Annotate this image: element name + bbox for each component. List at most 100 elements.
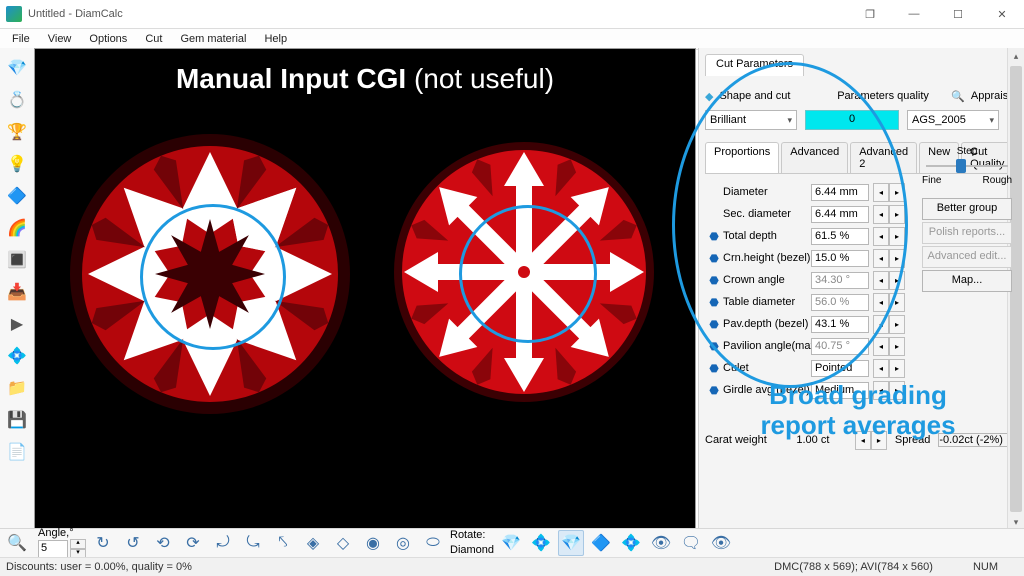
fix-lock-icon[interactable]: ⬣ xyxy=(705,318,723,331)
subtab-proportions[interactable]: Proportions xyxy=(705,142,779,173)
prop-inc-button[interactable]: ▸ xyxy=(889,337,905,356)
prop-value-field[interactable]: 61.5 % xyxy=(811,228,869,245)
carat-weight-field[interactable]: 1.00 ct xyxy=(796,434,846,446)
prop-dec-button[interactable]: ◂ xyxy=(873,183,889,202)
rotate-arrow-icon-5[interactable]: ⤿ xyxy=(240,530,266,556)
rotate-arrow-icon-0[interactable]: ↻ xyxy=(90,530,116,556)
prop-inc-button[interactable]: ▸ xyxy=(889,227,905,246)
step-slider[interactable]: Step FineRough xyxy=(922,146,1012,186)
appraiser-select[interactable]: AGS_2005▾ xyxy=(907,110,999,130)
fix-lock-icon[interactable]: ⬣ xyxy=(705,296,723,309)
prop-value-field[interactable]: 34.30 ° xyxy=(811,272,869,289)
prop-dec-button[interactable]: ◂ xyxy=(873,315,889,334)
fix-lock-icon[interactable]: ⬣ xyxy=(705,274,723,287)
angle-up-button[interactable]: ▴ xyxy=(70,539,86,549)
render-mode-icon-2[interactable]: ◉ xyxy=(360,530,386,556)
tool-diamond-top-icon[interactable]: 💎 xyxy=(3,54,31,82)
prop-dec-button[interactable]: ◂ xyxy=(873,293,889,312)
prop-dec-button[interactable]: ◂ xyxy=(873,249,889,268)
prop-dec-button[interactable]: ◂ xyxy=(873,271,889,290)
tool-trophy-icon[interactable]: 🏆 xyxy=(3,118,31,146)
subtab-advanced2[interactable]: Advanced 2 xyxy=(850,142,917,173)
prop-dec-button[interactable]: ◂ xyxy=(873,205,889,224)
tool-import-icon[interactable]: 📥 xyxy=(3,278,31,306)
prop-inc-button[interactable]: ▸ xyxy=(889,293,905,312)
carat-dec-button[interactable]: ◂ xyxy=(855,431,871,450)
prop-inc-button[interactable]: ▸ xyxy=(889,271,905,290)
map-button[interactable]: Map... xyxy=(922,270,1012,292)
render-mode-icon-1[interactable]: ◇ xyxy=(330,530,356,556)
prop-value-field[interactable]: Pointed xyxy=(811,360,869,377)
render-mode-icon-3[interactable]: ◎ xyxy=(390,530,416,556)
prop-inc-button[interactable]: ▸ xyxy=(889,205,905,224)
eye-mode-icon-2[interactable]: 👁 xyxy=(708,530,734,556)
fix-lock-icon[interactable]: ⬣ xyxy=(705,230,723,243)
tool-spectrum-icon[interactable]: 🌈 xyxy=(3,214,31,242)
rotate-arrow-icon-4[interactable]: ⤾ xyxy=(210,530,236,556)
rotate-arrow-icon-2[interactable]: ⟲ xyxy=(150,530,176,556)
diamond-view-icon-0[interactable]: 💎 xyxy=(498,530,524,556)
advanced-edit-button[interactable]: Advanced edit... xyxy=(922,246,1012,268)
diamond-view-icon-4[interactable]: 💠 xyxy=(618,530,644,556)
prop-value-field[interactable]: 15.0 % xyxy=(811,250,869,267)
tool-doc-icon[interactable]: 📄 xyxy=(3,438,31,466)
render-mode-icon-4[interactable]: ⬭ xyxy=(420,530,446,556)
tool-open-icon[interactable]: 📁 xyxy=(3,374,31,402)
menu-gem-material[interactable]: Gem material xyxy=(172,31,254,47)
prop-value-field[interactable]: 40.75 ° xyxy=(811,338,869,355)
menu-help[interactable]: Help xyxy=(256,31,295,47)
viewport[interactable]: Manual Input CGI (not useful) xyxy=(34,48,696,530)
scroll-up-icon[interactable]: ▴ xyxy=(1008,48,1024,64)
close-button[interactable]: ✕ xyxy=(980,0,1024,28)
tool-save-icon[interactable]: 💾 xyxy=(3,406,31,434)
tool-diamond-ring-icon[interactable]: 💍 xyxy=(3,86,31,114)
eye-mode-icon-0[interactable]: 👁 xyxy=(648,530,674,556)
diamond-view-icon-2[interactable]: 💎 xyxy=(558,530,584,556)
shape-select[interactable]: Brilliant▾ xyxy=(705,110,797,130)
prop-value-field[interactable]: Medium xyxy=(811,382,869,399)
fix-lock-icon[interactable]: ⬣ xyxy=(705,362,723,375)
tab-cut-parameters[interactable]: Cut Parameters xyxy=(705,54,804,76)
render-mode-icon-0[interactable]: ◈ xyxy=(300,530,326,556)
maximize-button[interactable]: ☐ xyxy=(936,0,980,28)
prop-value-field[interactable]: 6.44 mm xyxy=(811,206,869,223)
tool-light-icon[interactable]: 💡 xyxy=(3,150,31,178)
fix-lock-icon[interactable]: ⬣ xyxy=(705,340,723,353)
prop-value-field[interactable]: 6.44 mm xyxy=(811,184,869,201)
menu-file[interactable]: File xyxy=(4,31,38,47)
prop-inc-button[interactable]: ▸ xyxy=(889,359,905,378)
angle-input[interactable]: 5 xyxy=(38,540,68,559)
slider-thumb[interactable] xyxy=(956,159,966,173)
menu-options[interactable]: Options xyxy=(81,31,135,47)
diamond-view-icon-1[interactable]: 💠 xyxy=(528,530,554,556)
better-group-button[interactable]: Better group xyxy=(922,198,1012,220)
prop-value-field[interactable]: 43.1 % xyxy=(811,316,869,333)
prop-inc-button[interactable]: ▸ xyxy=(889,315,905,334)
zoom-icon[interactable]: 🔍 xyxy=(4,530,30,556)
rotate-arrow-icon-3[interactable]: ⟳ xyxy=(180,530,206,556)
tool-play-icon[interactable]: ▶ xyxy=(3,310,31,338)
restore-down-button[interactable]: ❐ xyxy=(848,0,892,28)
prop-inc-button[interactable]: ▸ xyxy=(889,249,905,268)
prop-value-field[interactable]: 56.0 % xyxy=(811,294,869,311)
menu-cut[interactable]: Cut xyxy=(137,31,170,47)
tool-shadow-icon[interactable]: 🔳 xyxy=(3,246,31,274)
fix-lock-icon[interactable]: ⬣ xyxy=(705,252,723,265)
minimize-button[interactable]: — xyxy=(892,0,936,28)
rotate-arrow-icon-1[interactable]: ↺ xyxy=(120,530,146,556)
prop-inc-button[interactable]: ▸ xyxy=(889,381,905,400)
tool-gem-icon[interactable]: 💠 xyxy=(3,342,31,370)
rotate-arrow-icon-6[interactable]: ⤣ xyxy=(270,530,296,556)
tool-render-icon[interactable]: 🔷 xyxy=(3,182,31,210)
prop-dec-button[interactable]: ◂ xyxy=(873,381,889,400)
prop-dec-button[interactable]: ◂ xyxy=(873,227,889,246)
eye-mode-icon-1[interactable]: 🗨 xyxy=(678,530,704,556)
prop-inc-button[interactable]: ▸ xyxy=(889,183,905,202)
prop-dec-button[interactable]: ◂ xyxy=(873,337,889,356)
carat-inc-button[interactable]: ▸ xyxy=(871,431,887,450)
subtab-advanced[interactable]: Advanced xyxy=(781,142,848,173)
prop-dec-button[interactable]: ◂ xyxy=(873,359,889,378)
menu-view[interactable]: View xyxy=(40,31,80,47)
fix-lock-icon[interactable]: ⬣ xyxy=(705,384,723,397)
polish-reports-button[interactable]: Polish reports... xyxy=(922,222,1012,244)
